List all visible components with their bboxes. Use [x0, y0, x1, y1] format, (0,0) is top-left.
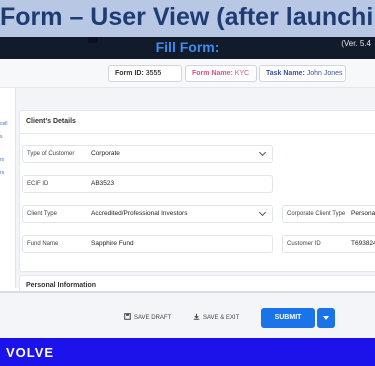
chevron-down-icon	[258, 148, 267, 157]
app-version: (Ver. 5.4	[341, 39, 371, 48]
form-id-chip: Form ID: 3555	[108, 65, 182, 82]
fund-name-label: Fund Name	[27, 241, 59, 247]
ecif-id-field[interactable]: ECIF ID AB3523	[22, 175, 273, 193]
form-id-label: Form ID:	[115, 70, 144, 77]
form-name-value: KYC	[234, 70, 250, 77]
submit-button[interactable]: SUBMIT	[261, 308, 315, 328]
sidebar: cell s rs rs	[0, 88, 16, 288]
customer-id-field[interactable]: Customer ID T693824	[282, 235, 375, 253]
client-type-label: Client Type	[27, 211, 57, 217]
action-bar: SAVE DRAFT SAVE & EXIT SUBMIT	[0, 291, 375, 339]
save-and-exit-button[interactable]: SAVE & EXIT	[193, 313, 239, 321]
type-of-customer-value: Corporate	[91, 150, 120, 157]
form-name-label: Form Name:	[192, 70, 233, 77]
sidebar-item-3[interactable]: rs	[0, 157, 4, 163]
type-of-customer-select[interactable]: Type of Customer Corporate	[22, 145, 273, 163]
save-icon	[124, 313, 131, 320]
task-name-label: Task Name:	[266, 70, 305, 77]
app-header: Fill Form: (Ver. 5.4	[0, 37, 375, 59]
clients-details-title: Client's Details	[26, 118, 76, 125]
brand-logo: VOLVE	[6, 345, 55, 360]
submit-dropdown-button[interactable]	[317, 308, 335, 328]
sidebar-item-2[interactable]: s	[0, 134, 3, 140]
slide-title: Form – User View (after launching	[0, 3, 375, 31]
client-type-select[interactable]: Client Type Accredited/Professional Inve…	[22, 205, 273, 223]
corporate-client-type-select[interactable]: Corporate Client Type Personal	[282, 205, 375, 223]
client-type-value: Accredited/Professional Investors	[91, 210, 188, 217]
clients-details-card: Client's Details Type of Customer Corpor…	[19, 110, 375, 272]
slide-title-band: Form – User View (after launching	[0, 0, 375, 37]
sidebar-item-4[interactable]: rs	[0, 170, 4, 176]
caret-down-icon	[323, 316, 329, 320]
download-icon	[193, 313, 200, 320]
ecif-id-value: AB3523	[91, 180, 115, 187]
corporate-client-type-value: Personal	[351, 210, 375, 217]
customer-id-value: T693824	[351, 240, 375, 247]
form-id-value: 3555	[145, 70, 162, 77]
save-draft-button[interactable]: SAVE DRAFT	[124, 313, 171, 321]
fund-name-field[interactable]: Fund Name Sapphire Fund	[22, 235, 273, 253]
type-of-customer-label: Type of Customer	[27, 151, 75, 157]
save-draft-label: SAVE DRAFT	[134, 315, 172, 321]
form-name-chip: Form Name: KYC	[185, 65, 257, 82]
task-name-value: John Jones	[306, 70, 343, 77]
form-info-bar: Form ID: 3555 Form Name: KYC Task Name: …	[0, 59, 375, 88]
form-content: cell s rs rs Client's Details Type of Cu…	[0, 88, 375, 297]
task-name-chip: Task Name: John Jones	[259, 65, 346, 82]
customer-id-label: Customer ID	[287, 241, 321, 247]
corporate-client-type-label: Corporate Client Type	[287, 211, 346, 217]
ecif-id-label: ECIF ID	[27, 181, 49, 187]
save-and-exit-label: SAVE & EXIT	[203, 315, 240, 321]
personal-information-title: Personal Information	[26, 282, 97, 289]
card-divider	[20, 133, 375, 134]
app-title: Fill Form:	[155, 39, 220, 55]
chevron-down-icon	[258, 208, 267, 217]
footer-banner: VOLVE	[0, 338, 375, 366]
sidebar-item-1[interactable]: cell	[0, 121, 8, 127]
fund-name-value: Sapphire Fund	[91, 240, 134, 247]
